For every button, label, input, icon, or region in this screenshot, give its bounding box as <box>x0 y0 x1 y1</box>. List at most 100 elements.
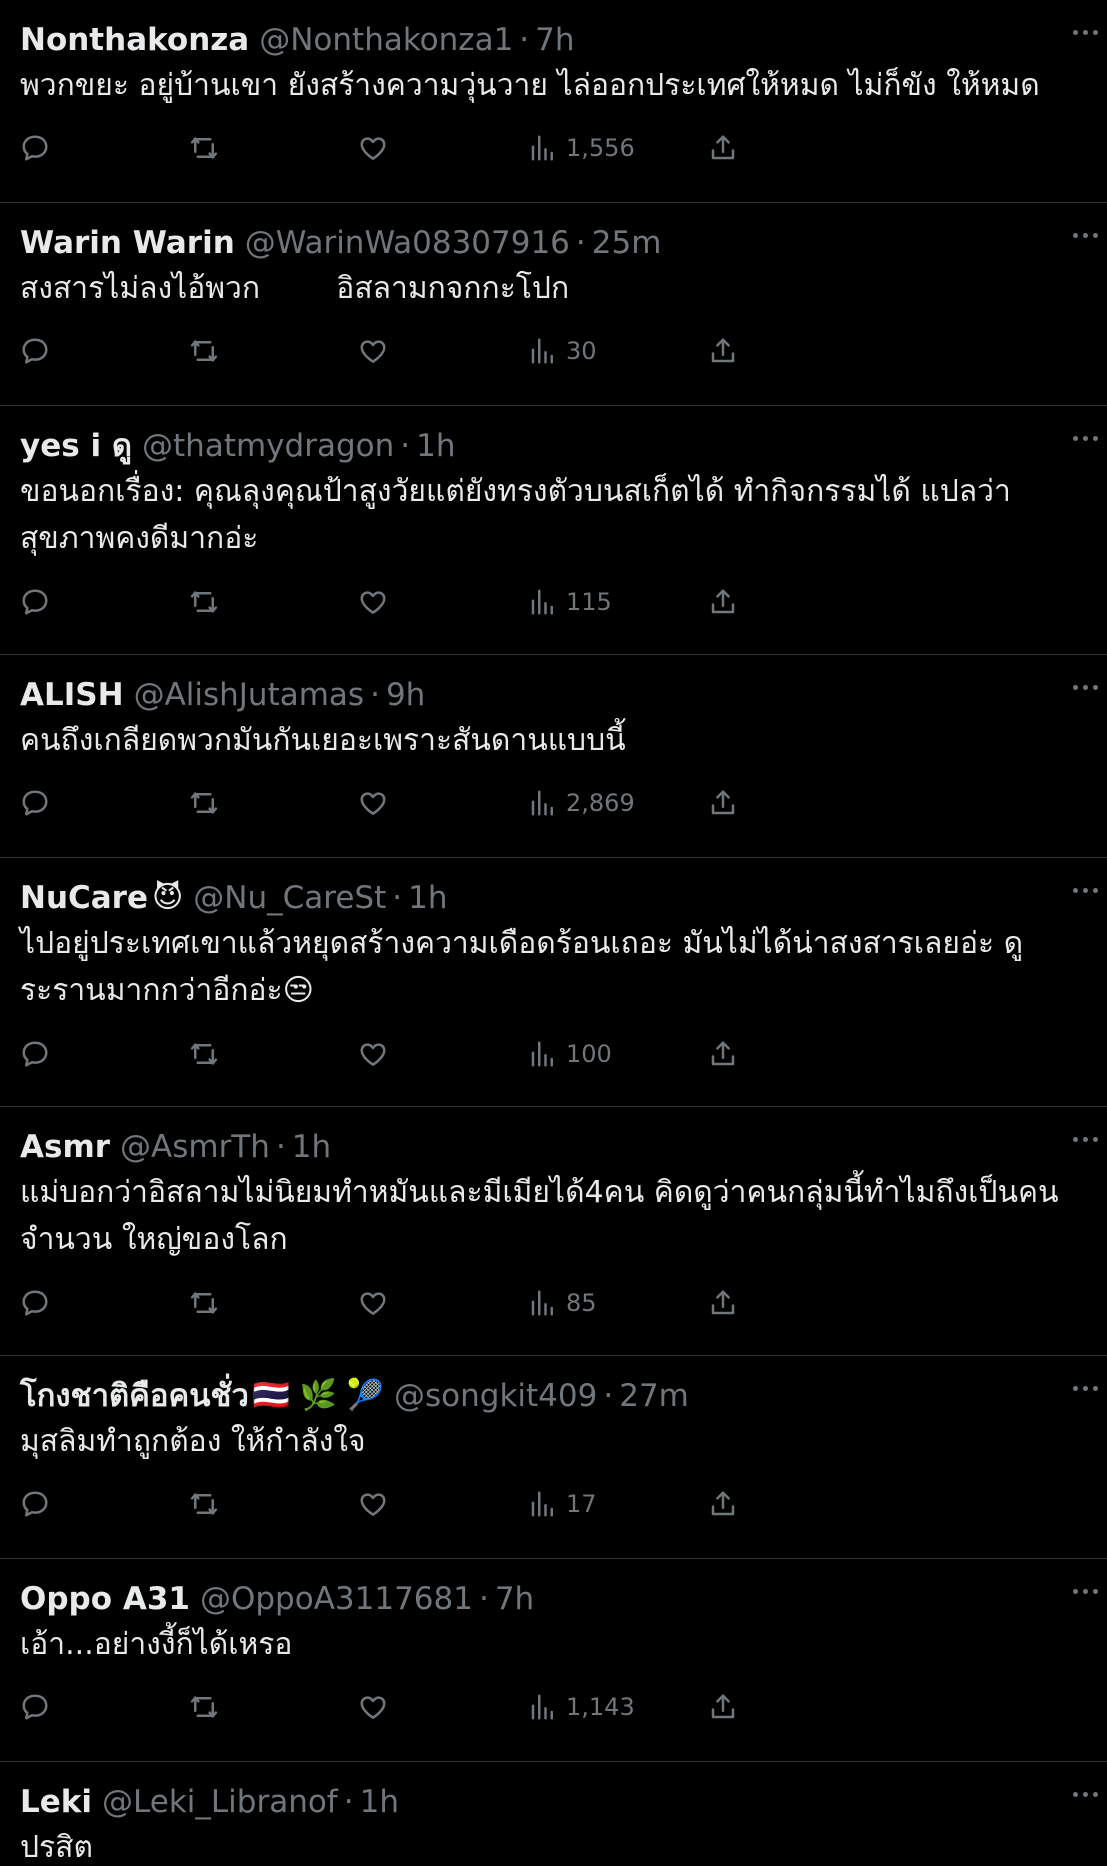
reply-button[interactable] <box>20 128 50 168</box>
like-button[interactable] <box>358 1484 388 1524</box>
views-button[interactable]: 1,143 <box>528 1687 635 1727</box>
like-button[interactable] <box>358 1687 388 1727</box>
user-handle[interactable]: @OppoA3117681 <box>200 1577 473 1621</box>
more-icon[interactable] <box>1073 1579 1103 1603</box>
tweet[interactable]: ALISH @AlishJutamas · 9h คนถึงเกลียดพวกม… <box>0 655 1107 858</box>
retweet-button[interactable] <box>189 582 219 622</box>
like-button[interactable] <box>358 582 388 622</box>
share-button[interactable] <box>708 1484 738 1524</box>
display-name[interactable]: yes i ดู <box>20 424 132 468</box>
user-handle[interactable]: @songkit409 <box>394 1374 597 1418</box>
retweet-button[interactable] <box>189 783 219 823</box>
separator-dot: · <box>603 1378 614 1414</box>
tweet-actions: 1,556 <box>20 128 880 168</box>
more-icon[interactable] <box>1073 1376 1103 1400</box>
display-name[interactable]: NuCare <box>20 876 148 920</box>
more-icon[interactable] <box>1073 675 1103 699</box>
display-name[interactable]: ALISH <box>20 673 124 717</box>
views-icon <box>531 1694 553 1720</box>
user-handle[interactable]: @AsmrTh <box>120 1125 270 1169</box>
retweet-button[interactable] <box>189 1034 219 1074</box>
tweet[interactable]: Asmr @AsmrTh · 1h แม่บอกว่าอิสลามไม่นิยม… <box>0 1107 1107 1356</box>
more-icon[interactable] <box>1073 1127 1103 1151</box>
more-icon[interactable] <box>1073 223 1103 247</box>
tweet[interactable]: NuCare 😈 @Nu_CareSt · 1h ไปอยู่ประเทศเขา… <box>0 858 1107 1107</box>
tweet[interactable]: Leki @Leki_Libranof · 1h ปรสิต <box>0 1762 1107 1866</box>
views-button[interactable]: 30 <box>528 331 597 371</box>
like-button[interactable] <box>358 1034 388 1074</box>
retweet-button[interactable] <box>189 331 219 371</box>
share-button[interactable] <box>708 331 738 371</box>
timestamp[interactable]: 1h <box>360 1780 399 1824</box>
like-button[interactable] <box>358 1283 388 1323</box>
retweet-button[interactable] <box>189 1687 219 1727</box>
more-icon[interactable] <box>1073 1782 1103 1806</box>
user-handle[interactable]: @WarinWa08307916 <box>245 221 570 265</box>
timestamp[interactable]: 7h <box>535 18 574 62</box>
retweet-button[interactable] <box>189 128 219 168</box>
timestamp[interactable]: 1h <box>292 1125 331 1169</box>
timestamp[interactable]: 27m <box>619 1374 689 1418</box>
display-name[interactable]: Leki <box>20 1780 92 1824</box>
user-handle[interactable]: @Nu_CareSt <box>193 876 386 920</box>
reply-button[interactable] <box>20 783 50 823</box>
views-button[interactable]: 17 <box>528 1484 597 1524</box>
share-button[interactable] <box>708 582 738 622</box>
separator-dot: · <box>575 225 586 261</box>
tweet[interactable]: Nonthakonza @Nonthakonza1 · 7h พวกขยะ อย… <box>0 0 1107 203</box>
tweet[interactable]: yes i ดู @thatmydragon · 1h ขอนอกเรื่อง:… <box>0 406 1107 655</box>
retweet-button[interactable] <box>189 1283 219 1323</box>
like-button[interactable] <box>358 128 388 168</box>
user-handle[interactable]: @thatmydragon <box>142 424 394 468</box>
tweet-actions: 1,143 <box>20 1687 880 1727</box>
timestamp[interactable]: 25m <box>592 221 662 265</box>
timestamp[interactable]: 1h <box>416 424 455 468</box>
views-button[interactable]: 100 <box>528 1034 612 1074</box>
timestamp[interactable]: 9h <box>386 673 425 717</box>
tweet-text: เอ้า...อย่างงี้ก็ได้เหรอ <box>20 1627 293 1662</box>
reply-button[interactable] <box>20 331 50 371</box>
separator-dot: · <box>392 880 403 916</box>
reply-button[interactable] <box>20 1034 50 1074</box>
like-button[interactable] <box>358 783 388 823</box>
share-icon <box>711 1694 735 1719</box>
share-button[interactable] <box>708 128 738 168</box>
views-button[interactable]: 85 <box>528 1283 597 1323</box>
timestamp[interactable]: 1h <box>408 876 447 920</box>
separator-dot: · <box>400 428 411 464</box>
retweet-icon <box>190 1493 218 1515</box>
display-name[interactable]: Oppo A31 <box>20 1577 190 1621</box>
tweet[interactable]: Oppo A31 @OppoA3117681 · 7h เอ้า...อย่าง… <box>0 1559 1107 1762</box>
tweet-actions: 100 <box>20 1034 880 1074</box>
reply-button[interactable] <box>20 1484 50 1524</box>
views-count: 30 <box>566 337 597 365</box>
reply-button[interactable] <box>20 1283 50 1323</box>
tweet[interactable]: Warin Warin @WarinWa08307916 · 25m สงสาร… <box>0 203 1107 406</box>
user-handle[interactable]: @Leki_Libranof <box>102 1780 338 1824</box>
tweet[interactable]: โกงชาติคือคนชั่ว 🇹🇭 🌿 🎾 @songkit409 · 27… <box>0 1356 1107 1559</box>
more-icon[interactable] <box>1073 426 1103 450</box>
display-name[interactable]: Warin Warin <box>20 221 235 265</box>
share-button[interactable] <box>708 1687 738 1727</box>
views-button[interactable]: 1,556 <box>528 128 635 168</box>
share-button[interactable] <box>708 1034 738 1074</box>
reply-button[interactable] <box>20 582 50 622</box>
display-name[interactable]: Nonthakonza <box>20 18 249 62</box>
reply-icon <box>22 135 48 161</box>
reply-button[interactable] <box>20 1687 50 1727</box>
more-icon[interactable] <box>1073 878 1103 902</box>
user-handle[interactable]: @Nonthakonza1 <box>259 18 513 62</box>
display-name[interactable]: Asmr <box>20 1125 110 1169</box>
views-button[interactable]: 115 <box>528 582 612 622</box>
like-icon <box>360 340 386 363</box>
retweet-button[interactable] <box>189 1484 219 1524</box>
display-name[interactable]: โกงชาติคือคนชั่ว <box>20 1374 249 1418</box>
more-icon[interactable] <box>1073 20 1103 44</box>
share-button[interactable] <box>708 783 738 823</box>
timestamp[interactable]: 7h <box>495 1577 534 1621</box>
like-button[interactable] <box>358 331 388 371</box>
share-button[interactable] <box>708 1283 738 1323</box>
user-handle[interactable]: @AlishJutamas <box>134 673 365 717</box>
views-button[interactable]: 2,869 <box>528 783 635 823</box>
retweet-icon <box>190 1043 218 1065</box>
